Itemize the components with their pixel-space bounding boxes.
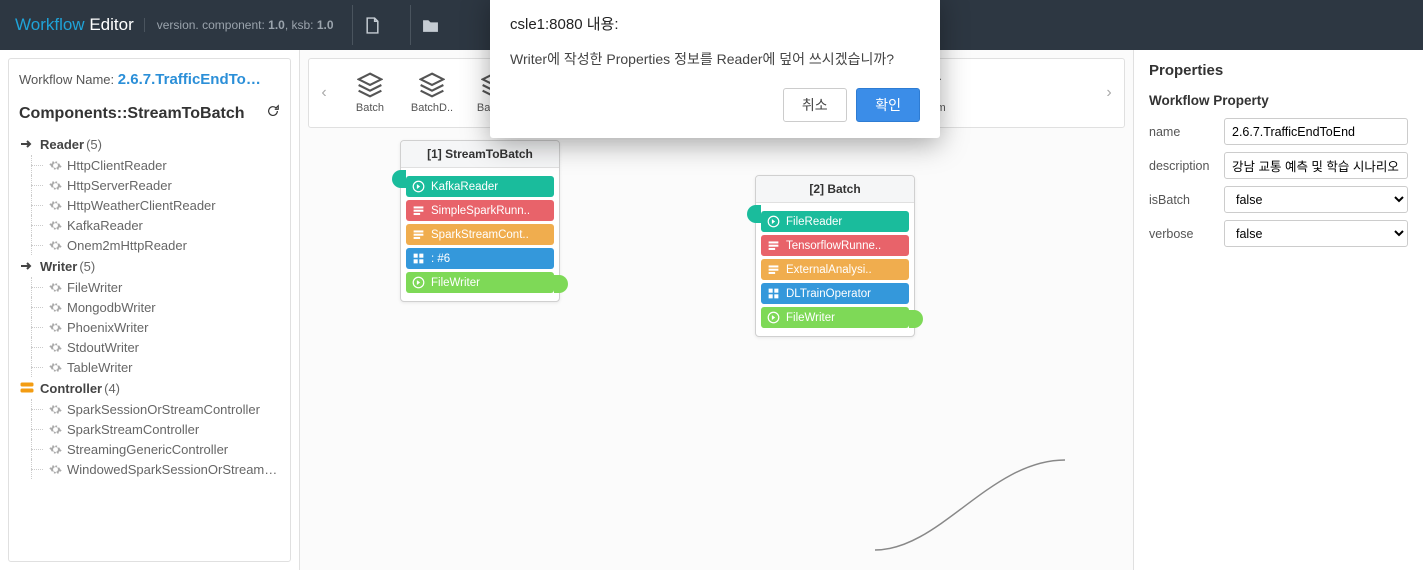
- tree-item[interactable]: MongodbWriter: [19, 297, 280, 317]
- node-pill[interactable]: : #6: [406, 248, 554, 269]
- tree-category-writer[interactable]: Writer (5): [19, 255, 280, 277]
- tree-item[interactable]: Onem2mHttpReader: [19, 235, 280, 255]
- node-pill[interactable]: FileReader: [761, 211, 909, 232]
- workflow-node[interactable]: [2] Batch FileReader TensorflowRunne.. Exte…: [755, 175, 915, 337]
- tree-item[interactable]: PhoenixWriter: [19, 317, 280, 337]
- node-pill[interactable]: ExternalAnalysi..: [761, 259, 909, 280]
- property-row: isBatchfalse: [1149, 186, 1408, 213]
- prop-label: name: [1149, 125, 1224, 139]
- confirm-dialog: csle1:8080 내용: Writer에 작성한 Properties 정보…: [490, 0, 940, 138]
- property-row: name: [1149, 118, 1408, 145]
- node-pill[interactable]: SimpleSparkRunn..: [406, 200, 554, 221]
- dialog-message: Writer에 작성한 Properties 정보를 Reader에 덮어 쓰시…: [510, 48, 920, 70]
- verbose-select[interactable]: false: [1224, 220, 1408, 247]
- tree-item[interactable]: HttpServerReader: [19, 175, 280, 195]
- isBatch-select[interactable]: false: [1224, 186, 1408, 213]
- node-title: [2] Batch: [756, 176, 914, 203]
- node-output-port[interactable]: [909, 310, 923, 328]
- name-input[interactable]: [1224, 118, 1408, 145]
- node-pill[interactable]: FileWriter: [761, 307, 909, 328]
- file-icon[interactable]: [352, 5, 392, 45]
- tree-item[interactable]: StdoutWriter: [19, 337, 280, 357]
- node-input-port[interactable]: [392, 170, 406, 188]
- node-pill[interactable]: KafkaReader: [406, 176, 554, 197]
- node-output-port[interactable]: [554, 275, 568, 293]
- tree-item[interactable]: KafkaReader: [19, 215, 280, 235]
- property-row: description: [1149, 152, 1408, 179]
- node-input-port[interactable]: [747, 205, 761, 223]
- tree-item[interactable]: SparkSessionOrStreamController: [19, 399, 280, 419]
- strip-item[interactable]: Batch: [339, 72, 401, 114]
- description-input[interactable]: [1224, 152, 1408, 179]
- tree-item[interactable]: StreamingGenericController: [19, 439, 280, 459]
- workflow-name-label: Workflow Name:: [19, 72, 114, 87]
- node-title: [1] StreamToBatch: [401, 141, 559, 168]
- workflow-node[interactable]: [1] StreamToBatch KafkaReader SimpleSparkR…: [400, 140, 560, 302]
- tree-item[interactable]: HttpWeatherClientReader: [19, 195, 280, 215]
- strip-scroll-left[interactable]: ‹: [309, 84, 339, 102]
- prop-label: verbose: [1149, 227, 1224, 241]
- brand-editor: Editor: [89, 15, 133, 34]
- brand-workflow: Workflow: [15, 15, 85, 34]
- tree-item[interactable]: TableWriter: [19, 357, 280, 377]
- version-text: version. component: 1.0, ksb: 1.0: [144, 18, 334, 32]
- strip-item[interactable]: BatchD..: [401, 72, 463, 114]
- node-pill[interactable]: FileWriter: [406, 272, 554, 293]
- dialog-title: csle1:8080 내용:: [510, 13, 920, 34]
- cancel-button[interactable]: 취소: [783, 88, 847, 122]
- tree-item[interactable]: FileWriter: [19, 277, 280, 297]
- app-brand: Workflow Editor: [15, 15, 134, 35]
- workflow-name-row: Workflow Name: 2.6.7.TrafficEndTo…: [19, 67, 280, 98]
- tree-item[interactable]: HttpClientReader: [19, 155, 280, 175]
- component-tree: Reader (5)HttpClientReaderHttpServerRead…: [19, 133, 280, 479]
- prop-label: description: [1149, 159, 1224, 173]
- refresh-icon[interactable]: [266, 104, 280, 123]
- strip-scroll-right[interactable]: ›: [1094, 84, 1124, 102]
- left-panel: Workflow Name: 2.6.7.TrafficEndTo… Compo…: [0, 50, 300, 570]
- tree-item[interactable]: WindowedSparkSessionOrStream…: [19, 459, 280, 479]
- node-pill[interactable]: TensorflowRunne..: [761, 235, 909, 256]
- property-row: verbosefalse: [1149, 220, 1408, 247]
- ok-button[interactable]: 확인: [856, 88, 920, 122]
- node-pill[interactable]: SparkStreamCont..: [406, 224, 554, 245]
- properties-section: Workflow Property: [1149, 93, 1408, 108]
- components-title: Components::StreamToBatch: [19, 98, 280, 133]
- tree-category-reader[interactable]: Reader (5): [19, 133, 280, 155]
- workflow-name-link[interactable]: 2.6.7.TrafficEndTo…: [118, 71, 261, 88]
- properties-panel: Properties Workflow Property name descrip…: [1133, 50, 1423, 570]
- tree-item[interactable]: SparkStreamController: [19, 419, 280, 439]
- prop-label: isBatch: [1149, 193, 1224, 207]
- node-pill[interactable]: DLTrainOperator: [761, 283, 909, 304]
- properties-title: Properties: [1149, 62, 1408, 79]
- tree-category-controller[interactable]: Controller (4): [19, 377, 280, 399]
- folder-icon[interactable]: [410, 5, 450, 45]
